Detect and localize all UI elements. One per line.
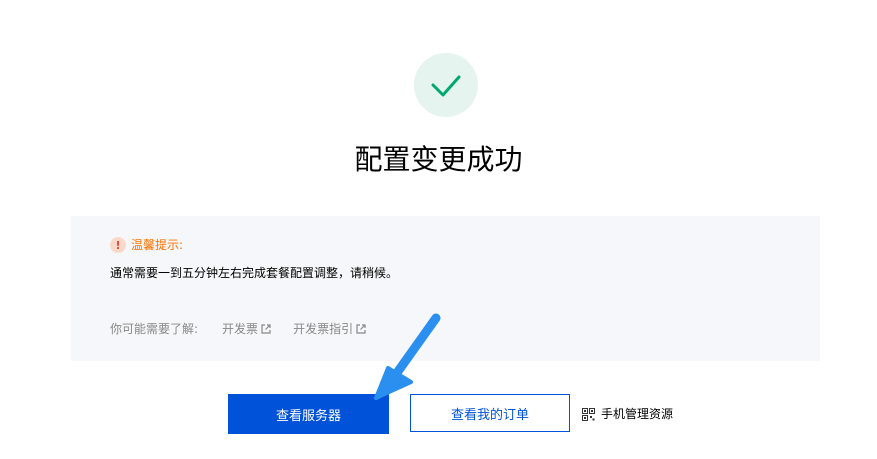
notice-message: 通常需要一到五分钟左右完成套餐配置调整，请稍候。 bbox=[110, 266, 399, 280]
invoice-guide-link[interactable]: 开发票指引 bbox=[293, 320, 366, 338]
notice-panel: ! 温馨提示: 通常需要一到五分钟左右完成套餐配置调整，请稍候。 你可能需要了解… bbox=[71, 216, 820, 361]
qr-code-icon bbox=[582, 407, 595, 421]
warning-icon: ! bbox=[110, 237, 126, 253]
checkmark-icon bbox=[431, 75, 461, 97]
view-orders-button[interactable]: 查看我的订单 bbox=[410, 394, 570, 432]
related-links-label: 你可能需要了解: bbox=[110, 322, 199, 336]
notice-title: 温馨提示: bbox=[131, 238, 184, 252]
success-badge bbox=[414, 53, 478, 117]
view-servers-button[interactable]: 查看服务器 bbox=[228, 394, 389, 434]
external-link-icon bbox=[261, 324, 271, 334]
mobile-manage-label: 手机管理资源 bbox=[601, 407, 674, 421]
config-change-success-page: 配置变更成功 ! 温馨提示: 通常需要一到五分钟左右完成套餐配置调整，请稍候。 … bbox=[0, 0, 877, 459]
mobile-manage-link[interactable]: 手机管理资源 bbox=[582, 406, 673, 422]
invoice-link-label: 开发票 bbox=[222, 322, 259, 336]
page-title: 配置变更成功 bbox=[354, 143, 523, 176]
invoice-guide-link-label: 开发票指引 bbox=[293, 322, 354, 336]
invoice-link[interactable]: 开发票 bbox=[222, 320, 271, 338]
related-links: 你可能需要了解: 开发票 开发票指引 bbox=[110, 320, 388, 338]
notice-header: ! 温馨提示: bbox=[110, 236, 183, 254]
external-link-icon bbox=[356, 324, 366, 334]
